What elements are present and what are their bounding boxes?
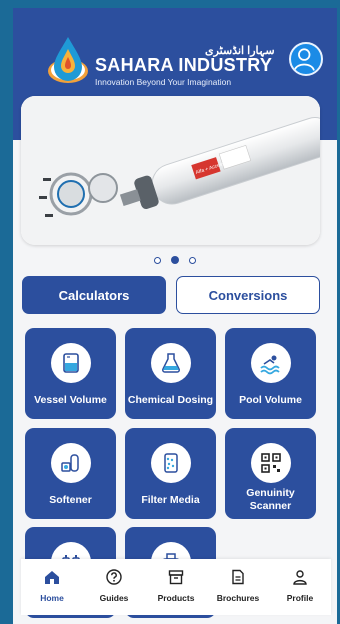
nav-home[interactable]: Home	[21, 559, 83, 615]
profile-avatar-button[interactable]	[289, 42, 323, 76]
nav-label: Profile	[286, 593, 314, 603]
help-icon	[106, 569, 122, 585]
brand-tagline: Innovation Beyond Your Imagination	[95, 77, 232, 87]
pool-icon	[251, 343, 291, 383]
bottom-navigation: Home Guides Products Brochures Profile	[21, 559, 331, 615]
carousel-dot[interactable]	[189, 256, 196, 264]
tile-label: Chemical Dosing	[127, 393, 214, 406]
sahara-logo-icon	[48, 37, 88, 83]
carousel-dot-active[interactable]	[171, 256, 179, 264]
nav-profile[interactable]: Profile	[269, 559, 331, 615]
app-screen: سہارا انڈسٹری SAHARA INDUSTRY Innovation…	[13, 8, 337, 624]
filter-media-icon	[151, 443, 191, 483]
product-carousel[interactable]: Alfa + Accessori	[21, 96, 320, 245]
nav-products[interactable]: Products	[145, 559, 207, 615]
nav-label: Guides	[99, 593, 129, 603]
home-icon	[45, 571, 59, 584]
nav-label: Home	[40, 593, 64, 603]
document-icon	[232, 569, 244, 585]
brand-name: SAHARA INDUSTRY	[95, 55, 273, 75]
nav-label: Products	[157, 593, 195, 603]
nav-label: Brochures	[216, 593, 260, 603]
tile-vessel-volume[interactable]: Vessel Volume	[25, 328, 116, 419]
tile-genuinity-scanner[interactable]: Genuinity Scanner	[225, 428, 316, 519]
tile-label: Genuinity Scanner	[246, 487, 295, 512]
person-avatar-icon	[293, 48, 315, 71]
tab-conversions[interactable]: Conversions	[176, 276, 320, 314]
product-image: Alfa + Accessori	[21, 96, 320, 245]
chemical-dosing-icon	[151, 343, 191, 383]
tile-softener[interactable]: Softener	[25, 428, 116, 519]
vessel-icon	[51, 343, 91, 383]
tile-filter-media[interactable]: Filter Media	[125, 428, 216, 519]
tab-calculators[interactable]: Calculators	[22, 276, 166, 314]
carousel-dot[interactable]	[154, 256, 161, 264]
products-icon	[168, 570, 184, 585]
qr-scanner-icon	[251, 443, 291, 483]
nav-brochures[interactable]: Brochures	[207, 559, 269, 615]
tile-pool-volume[interactable]: Pool Volume	[225, 328, 316, 419]
softener-icon	[51, 443, 91, 483]
person-icon	[293, 570, 307, 585]
carousel-indicator	[13, 254, 337, 266]
tile-chemical-dosing[interactable]: Chemical Dosing	[125, 328, 216, 419]
tile-label: Filter Media	[141, 493, 200, 506]
tile-label: Softener	[49, 493, 92, 506]
nav-guides[interactable]: Guides	[83, 559, 145, 615]
tile-label: Pool Volume	[239, 393, 302, 406]
tile-label: Vessel Volume	[34, 393, 107, 406]
